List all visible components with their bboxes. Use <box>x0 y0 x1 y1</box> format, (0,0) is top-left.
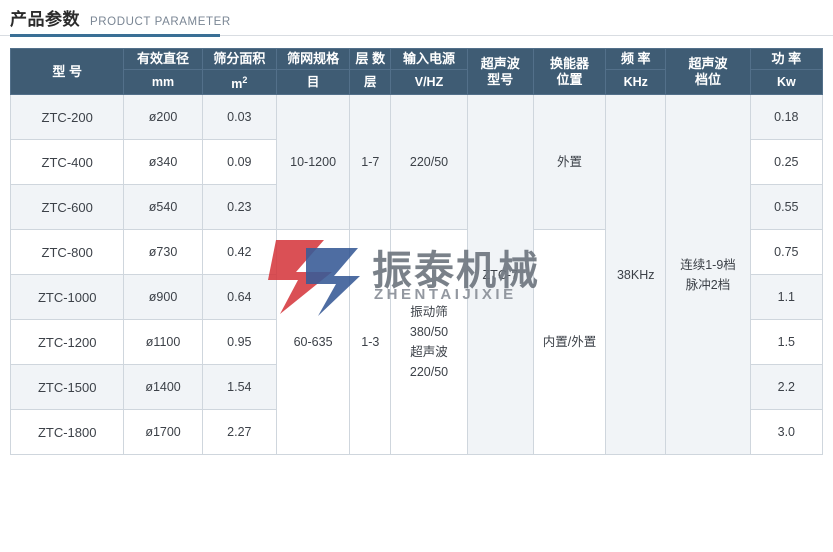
col-header-model: 型 号 <box>11 49 124 95</box>
col-header-frequency: 频 率 <box>606 49 666 70</box>
cell-power: 0.55 <box>750 185 822 230</box>
col-header-power: 功 率 <box>750 49 822 70</box>
col-header-power-input: 输入电源 <box>391 49 467 70</box>
cell-diameter: ø900 <box>124 275 202 320</box>
col-unit-diameter: mm <box>124 70 202 95</box>
col-header-transducer-position-line1: 换能器 <box>550 56 589 71</box>
table-head: 型 号 有效直径 筛分面积 筛网规格 层 数 输入电源 超声波 型号 换能器 位… <box>11 49 823 95</box>
cell-power: 0.75 <box>750 230 822 275</box>
col-unit-area-exp: 2 <box>242 75 247 85</box>
cell-frequency: 38KHz <box>606 95 666 455</box>
cell-model: ZTC-1500 <box>11 365 124 410</box>
cell-model: ZTC-800 <box>11 230 124 275</box>
cell-area: 1.54 <box>202 365 276 410</box>
cell-model: ZTC-1800 <box>11 410 124 455</box>
cell-ultrasonic-gear-line1: 连续1-9档 <box>680 258 736 272</box>
cell-model: ZTC-200 <box>11 95 124 140</box>
cell-ultrasonic-gear: 连续1-9档 脉冲2档 <box>666 95 750 455</box>
col-unit-area-base: m <box>231 77 242 91</box>
col-header-diameter: 有效直径 <box>124 49 202 70</box>
col-unit-power-input: V/HZ <box>391 70 467 95</box>
cell-layers-bottom: 1-3 <box>350 230 391 455</box>
col-unit-frequency: KHz <box>606 70 666 95</box>
cell-power: 3.0 <box>750 410 822 455</box>
cell-power: 2.2 <box>750 365 822 410</box>
col-unit-power: Kw <box>750 70 822 95</box>
cell-ultrasonic-model: ZTC-7 <box>467 95 533 455</box>
cell-power: 0.18 <box>750 95 822 140</box>
col-header-area: 筛分面积 <box>202 49 276 70</box>
cell-power-input-line4: 220/50 <box>410 365 448 379</box>
cell-area: 2.27 <box>202 410 276 455</box>
cell-diameter: ø1100 <box>124 320 202 365</box>
cell-area: 0.09 <box>202 140 276 185</box>
table-row: ZTC-200 ø200 0.03 10-1200 1-7 220/50 ZTC… <box>11 95 823 140</box>
col-header-ultrasonic-model-line1: 超声波 <box>481 56 520 71</box>
cell-diameter: ø540 <box>124 185 202 230</box>
cell-area: 0.95 <box>202 320 276 365</box>
col-unit-layers: 层 <box>350 70 391 95</box>
cell-power: 1.1 <box>750 275 822 320</box>
cell-transducer-top: 外置 <box>533 95 605 230</box>
cell-power-input-line2: 380/50 <box>410 325 448 339</box>
cell-model: ZTC-1000 <box>11 275 124 320</box>
product-parameter-page: 产品参数 PRODUCT PARAMETER 型 号 <box>0 0 833 552</box>
col-header-mesh: 筛网规格 <box>276 49 349 70</box>
cell-area: 0.23 <box>202 185 276 230</box>
cell-model: ZTC-1200 <box>11 320 124 365</box>
col-unit-mesh: 目 <box>276 70 349 95</box>
cell-ultrasonic-gear-line2: 脉冲2档 <box>686 278 730 292</box>
page-title-cn: 产品参数 <box>10 10 80 30</box>
parameter-table: 型 号 有效直径 筛分面积 筛网规格 层 数 输入电源 超声波 型号 换能器 位… <box>10 48 823 455</box>
header-row-labels: 型 号 有效直径 筛分面积 筛网规格 层 数 输入电源 超声波 型号 换能器 位… <box>11 49 823 70</box>
cell-diameter: ø730 <box>124 230 202 275</box>
cell-power: 0.25 <box>750 140 822 185</box>
cell-mesh-top: 10-1200 <box>276 95 349 230</box>
page-title-en: PRODUCT PARAMETER <box>90 15 231 30</box>
cell-model: ZTC-600 <box>11 185 124 230</box>
cell-power-input-top: 220/50 <box>391 95 467 230</box>
col-header-ultrasonic-gear: 超声波 档位 <box>666 49 750 95</box>
col-unit-area: m2 <box>202 70 276 95</box>
cell-diameter: ø200 <box>124 95 202 140</box>
cell-power-input-line3: 超声波 <box>410 345 448 359</box>
cell-power: 1.5 <box>750 320 822 365</box>
cell-transducer-bottom: 内置/外置 <box>533 230 605 455</box>
cell-area: 0.03 <box>202 95 276 140</box>
col-header-transducer-position: 换能器 位置 <box>533 49 605 95</box>
cell-area: 0.64 <box>202 275 276 320</box>
table-body: ZTC-200 ø200 0.03 10-1200 1-7 220/50 ZTC… <box>11 95 823 455</box>
cell-diameter: ø1700 <box>124 410 202 455</box>
col-header-ultrasonic-model-line2: 型号 <box>487 72 513 87</box>
cell-diameter: ø1400 <box>124 365 202 410</box>
section-header: 产品参数 PRODUCT PARAMETER <box>0 0 833 38</box>
cell-model: ZTC-400 <box>11 140 124 185</box>
header-accent-rule <box>10 34 220 37</box>
col-header-layers: 层 数 <box>350 49 391 70</box>
col-header-ultrasonic-model: 超声波 型号 <box>467 49 533 95</box>
cell-area: 0.42 <box>202 230 276 275</box>
col-header-ultrasonic-gear-line2: 档位 <box>695 72 721 87</box>
cell-diameter: ø340 <box>124 140 202 185</box>
cell-layers-top: 1-7 <box>350 95 391 230</box>
cell-power-input-line1: 振动筛 <box>410 305 448 319</box>
col-header-transducer-position-line2: 位置 <box>557 72 583 87</box>
cell-mesh-bottom: 60-635 <box>276 230 349 455</box>
parameter-table-wrapper: 型 号 有效直径 筛分面积 筛网规格 层 数 输入电源 超声波 型号 换能器 位… <box>0 38 833 455</box>
col-header-ultrasonic-gear-line1: 超声波 <box>689 56 728 71</box>
cell-power-input-bottom: 振动筛 380/50 超声波 220/50 <box>391 230 467 455</box>
